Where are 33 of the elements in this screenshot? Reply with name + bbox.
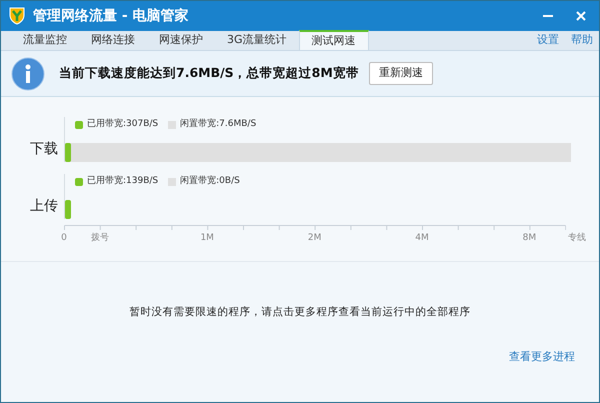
axis-label: 1M — [200, 232, 214, 245]
axis-label: 2M — [308, 232, 322, 245]
idle-legend-swatch — [168, 121, 176, 129]
notice-text: 暂时没有需要限速的程序，请点击更多程序查看当前运行中的全部程序 — [130, 305, 470, 320]
row-label: 下载 — [30, 140, 58, 159]
row-label: 上传 — [30, 197, 58, 216]
shield-icon — [9, 7, 25, 25]
axis-label: 0 — [61, 232, 67, 245]
tab[interactable]: 网速保护 — [147, 30, 215, 50]
idle-legend: 闲置带宽:7.6MB/S — [180, 118, 256, 132]
info-icon — [11, 56, 45, 90]
header-link[interactable]: 帮助 — [565, 30, 599, 50]
idle-legend: 闲置带宽:0B/S — [180, 175, 240, 189]
window-title: 管理网络流量 - 电脑管家 — [33, 6, 189, 26]
idle-legend-swatch — [168, 178, 176, 186]
axis-label: 4M — [415, 232, 429, 245]
minimize-icon — [543, 15, 553, 17]
speed-message: 当前下载速度能达到7.6MB/S，总带宽超过8M宽带 — [59, 64, 359, 82]
axis-label: 专线 — [568, 232, 586, 245]
axis-label: 8M — [522, 232, 536, 245]
used-legend: 已用带宽:139B/S — [87, 175, 158, 189]
used-legend-swatch — [75, 178, 83, 186]
tab[interactable]: 网络连接 — [79, 30, 147, 50]
used-legend: 已用带宽:307B/S — [87, 118, 158, 132]
tab[interactable]: 流量监控 — [11, 30, 79, 50]
retest-button[interactable]: 重新测速 — [368, 62, 433, 85]
close-icon — [576, 11, 586, 21]
tab[interactable]: 3G流量统计 — [215, 30, 299, 50]
header-link[interactable]: 设置 — [531, 30, 565, 50]
more-processes-link[interactable]: 查看更多进程 — [509, 348, 575, 366]
used-legend-swatch — [75, 121, 83, 129]
axis-label: 拨号 — [90, 232, 109, 245]
tab[interactable]: 测试网速 — [298, 30, 369, 50]
